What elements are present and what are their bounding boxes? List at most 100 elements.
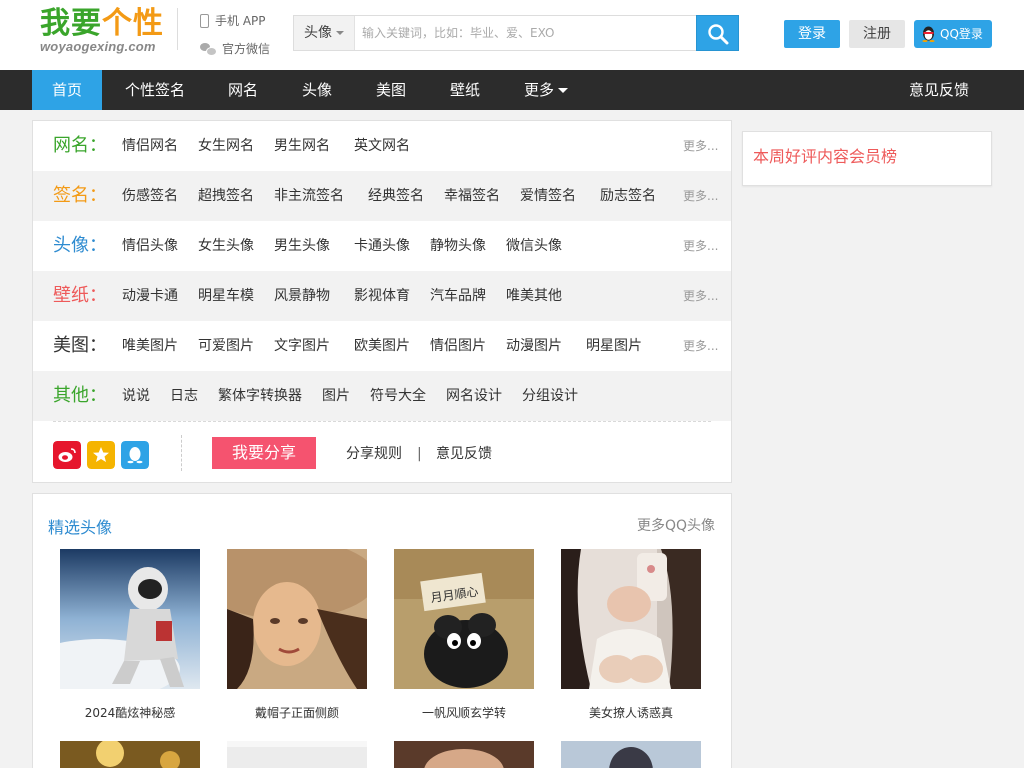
category-link[interactable]: 日志 — [170, 371, 198, 421]
search-bar: 头像 — [293, 15, 739, 51]
nav-item-wallpaper[interactable]: 壁纸 — [442, 70, 488, 110]
category-link[interactable]: 动漫卡通 — [122, 271, 178, 321]
avatar-thumbnail[interactable] — [394, 741, 534, 768]
weekly-rank-title: 本周好评内容会员榜 — [753, 147, 898, 166]
qzone-icon[interactable] — [87, 441, 115, 469]
category-link[interactable]: 欧美图片 — [354, 321, 410, 371]
category-link[interactable]: 幸福签名 — [444, 171, 500, 221]
mobile-app-label: 手机 APP — [215, 14, 266, 28]
category-more-link[interactable]: 更多... — [683, 121, 718, 171]
nav-item-nickname[interactable]: 网名 — [220, 70, 266, 110]
avatar-thumbnail[interactable]: 月月順心 — [394, 549, 534, 689]
chevron-down-icon — [336, 31, 344, 35]
category-link[interactable]: 符号大全 — [370, 371, 426, 421]
wechat-link[interactable]: 官方微信 — [200, 38, 270, 60]
category-link[interactable]: 可爱图片 — [198, 321, 254, 371]
search-category-select[interactable]: 头像 — [294, 16, 355, 50]
category-more-link[interactable]: 更多... — [683, 171, 718, 221]
share-button[interactable]: 我要分享 — [212, 437, 316, 469]
register-button[interactable]: 注册 — [849, 20, 905, 48]
category-link[interactable]: 明星图片 — [586, 321, 642, 371]
category-link[interactable]: 唯美图片 — [122, 321, 178, 371]
category-link[interactable]: 图片 — [322, 371, 350, 421]
mobile-app-link[interactable]: 手机 APP — [200, 10, 270, 32]
category-link[interactable]: 静物头像 — [430, 221, 486, 271]
search-category-value: 头像 — [304, 25, 332, 41]
featured-avatars: 精选头像 更多QQ头像 2024酷炫神秘感 戴帽子正面侧颜 月月順心 一帆风顺玄… — [32, 493, 732, 768]
category-link[interactable]: 微信头像 — [506, 221, 562, 271]
avatar-thumbnail[interactable] — [561, 549, 701, 689]
nav-more-label: 更多 — [523, 81, 554, 99]
nav-item-picture[interactable]: 美图 — [368, 70, 414, 110]
avatar-caption[interactable]: 2024酷炫神秘感 — [60, 704, 200, 721]
search-button[interactable] — [696, 15, 739, 51]
link-separator: | — [417, 446, 422, 462]
category-link[interactable]: 经典签名 — [368, 171, 424, 221]
category-link[interactable]: 情侣网名 — [122, 121, 178, 171]
category-link[interactable]: 女生网名 — [198, 121, 254, 171]
category-link[interactable]: 超拽签名 — [198, 171, 254, 221]
category-link[interactable]: 汽车品牌 — [430, 271, 486, 321]
category-link[interactable]: 情侣头像 — [122, 221, 178, 271]
nav-item-avatar[interactable]: 头像 — [294, 70, 340, 110]
divider — [53, 421, 711, 422]
avatar-thumbnail[interactable] — [561, 741, 701, 768]
avatar-thumbnail[interactable] — [227, 741, 367, 768]
nav-item-more[interactable]: 更多 — [518, 70, 574, 110]
category-more-link[interactable]: 更多... — [683, 221, 718, 271]
category-row-other: 其他： 说说 日志 繁体字转换器 图片 符号大全 网名设计 分组设计 — [33, 371, 731, 421]
category-row-signature: 签名： 伤感签名 超拽签名 非主流签名 经典签名 幸福签名 爱情签名 励志签名 … — [33, 171, 731, 221]
avatar-thumbnail[interactable] — [60, 741, 200, 768]
logo-part1: 我要 — [40, 6, 102, 41]
nav-item-home[interactable]: 首页 — [32, 70, 102, 110]
site-logo[interactable]: 我要个性 woyaogexing.com — [40, 8, 165, 58]
category-link[interactable]: 卡通头像 — [354, 221, 410, 271]
category-link[interactable]: 爱情签名 — [520, 171, 576, 221]
nav-feedback[interactable]: 意见反馈 — [902, 70, 976, 110]
avatar-caption[interactable]: 戴帽子正面侧颜 — [227, 704, 367, 721]
category-title: 签名： — [53, 185, 107, 206]
share-rules-link[interactable]: 分享规则 — [346, 437, 402, 471]
avatar-thumbnail[interactable] — [60, 549, 200, 689]
category-link[interactable]: 说说 — [122, 371, 150, 421]
category-more-link[interactable]: 更多... — [683, 271, 718, 321]
category-link[interactable]: 分组设计 — [522, 371, 578, 421]
category-link[interactable]: 非主流签名 — [274, 171, 344, 221]
category-link[interactable]: 文字图片 — [274, 321, 330, 371]
category-more-link[interactable]: 更多... — [683, 321, 718, 371]
category-row-wallpaper: 壁纸： 动漫卡通 明星车模 风景静物 影视体育 汽车品牌 唯美其他 更多... — [33, 271, 731, 321]
avatar-caption[interactable]: 一帆风顺玄学转 — [394, 704, 534, 721]
weibo-icon[interactable] — [53, 441, 81, 469]
category-link[interactable]: 影视体育 — [354, 271, 410, 321]
category-link[interactable]: 明星车模 — [198, 271, 254, 321]
category-link[interactable]: 情侣图片 — [430, 321, 486, 371]
qq-icon[interactable] — [121, 441, 149, 469]
weekly-rank-panel: 本周好评内容会员榜 — [742, 131, 992, 186]
avatar-caption[interactable]: 美女撩人诱惑真 — [561, 704, 701, 721]
caret-down-icon — [558, 88, 568, 93]
category-link[interactable]: 男生网名 — [274, 121, 330, 171]
category-link[interactable]: 英文网名 — [354, 121, 410, 171]
category-link[interactable]: 风景静物 — [274, 271, 330, 321]
nav-item-signature[interactable]: 个性签名 — [118, 70, 192, 110]
category-link[interactable]: 女生头像 — [198, 221, 254, 271]
featured-more-link[interactable]: 更多QQ头像 — [637, 515, 715, 535]
share-divider — [181, 435, 182, 471]
featured-title: 精选头像 — [48, 518, 113, 537]
category-link[interactable]: 励志签名 — [600, 171, 656, 221]
category-link[interactable]: 伤感签名 — [122, 171, 178, 221]
category-link[interactable]: 唯美其他 — [506, 271, 562, 321]
category-link[interactable]: 男生头像 — [274, 221, 330, 271]
site-header: 我要个性 woyaogexing.com 手机 APP 官方微信 头像 登录 注… — [0, 0, 1024, 70]
feedback-link[interactable]: 意见反馈 — [436, 437, 492, 471]
login-button[interactable]: 登录 — [784, 20, 840, 48]
qq-login-button[interactable]: QQ登录 — [914, 20, 992, 48]
app-links: 手机 APP 官方微信 — [200, 10, 270, 66]
category-link[interactable]: 网名设计 — [446, 371, 502, 421]
logo-domain: woyaogexing.com — [40, 39, 156, 54]
category-row-picture: 美图： 唯美图片 可爱图片 文字图片 欧美图片 情侣图片 动漫图片 明星图片 更… — [33, 321, 731, 371]
category-link[interactable]: 繁体字转换器 — [218, 371, 302, 421]
avatar-thumbnail[interactable] — [227, 549, 367, 689]
search-input[interactable] — [356, 16, 696, 50]
category-link[interactable]: 动漫图片 — [506, 321, 562, 371]
